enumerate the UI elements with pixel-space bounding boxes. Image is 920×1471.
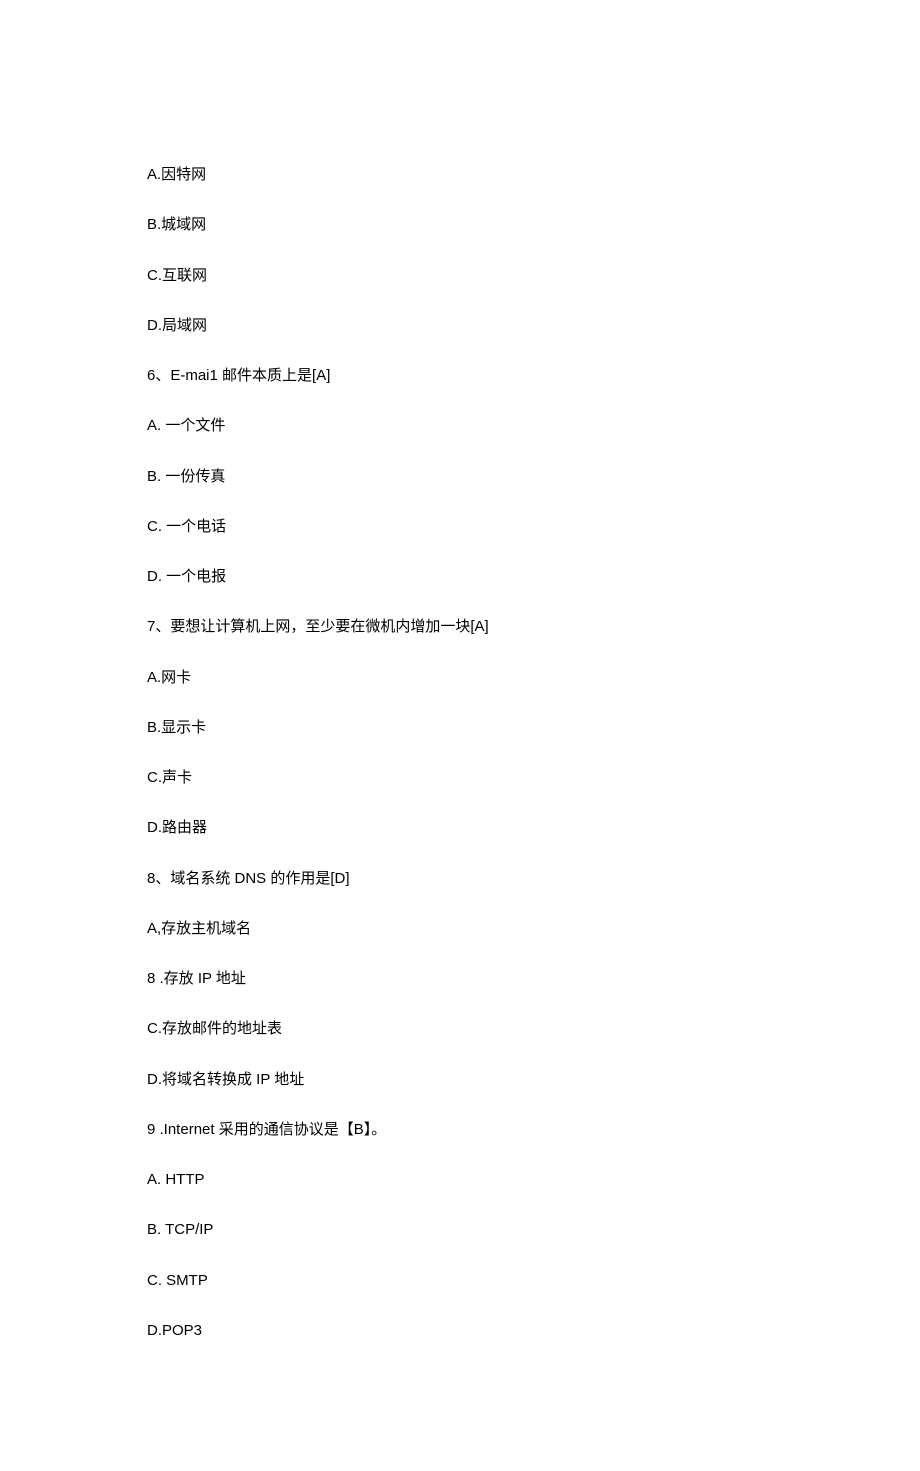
question-line: 9 .Internet 采用的通信协议是【B】。 — [147, 1120, 773, 1140]
option-line: C.互联网 — [147, 266, 773, 286]
document-content: A.因特网 B.城域网 C.互联网 D.局域网 6、E-mai1 邮件本质上是[… — [147, 165, 773, 1341]
option-line: C. SMTP — [147, 1271, 773, 1291]
option-line: C.存放邮件的地址表 — [147, 1019, 773, 1039]
option-line: 8 .存放 IP 地址 — [147, 969, 773, 989]
option-line: B.城域网 — [147, 215, 773, 235]
option-line: C.声卡 — [147, 768, 773, 788]
option-line: D.POP3 — [147, 1321, 773, 1341]
option-line: A.因特网 — [147, 165, 773, 185]
question-line: 8、域名系统 DNS 的作用是[D] — [147, 869, 773, 889]
option-line: B. 一份传真 — [147, 467, 773, 487]
option-line: A. HTTP — [147, 1170, 773, 1190]
option-line: A. 一个文件 — [147, 416, 773, 436]
question-line: 6、E-mai1 邮件本质上是[A] — [147, 366, 773, 386]
option-line: B. TCP/IP — [147, 1220, 773, 1240]
option-line: D.将域名转换成 IP 地址 — [147, 1070, 773, 1090]
option-line: D.局域网 — [147, 316, 773, 336]
option-line: D.路由器 — [147, 818, 773, 838]
option-line: A,存放主机域名 — [147, 919, 773, 939]
question-line: 7、要想让计算机上网，至少要在微机内增加一块[A] — [147, 617, 773, 637]
option-line: D. 一个电报 — [147, 567, 773, 587]
option-line: B.显示卡 — [147, 718, 773, 738]
option-line: A.网卡 — [147, 668, 773, 688]
option-line: C. 一个电话 — [147, 517, 773, 537]
